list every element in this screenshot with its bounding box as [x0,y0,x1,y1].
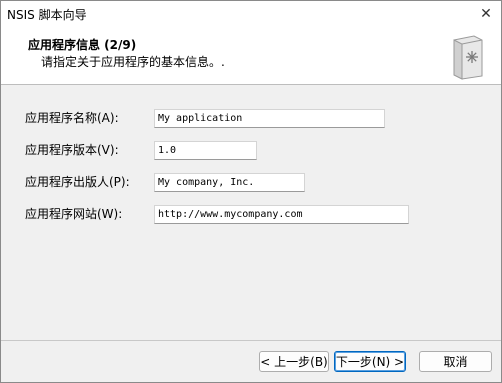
title-bar: NSIS 脚本向导 ✕ [1,1,501,27]
wizard-header: 应用程序信息 (2/9) 请指定关于应用程序的基本信息。. [1,27,501,85]
installer-box-icon [453,35,483,80]
version-input[interactable]: 1.0 [154,141,257,160]
website-label: 应用程序网站(W): [25,207,123,221]
app-name-label: 应用程序名称(A): [25,111,119,125]
page-title: 应用程序信息 (2/9) [28,38,137,52]
wizard-window: NSIS 脚本向导 ✕ 应用程序信息 (2/9) 请指定关于应用程序的基本信息。… [0,0,502,383]
window-title: NSIS 脚本向导 [7,8,87,22]
publisher-label: 应用程序出版人(P): [25,175,130,189]
app-name-input[interactable]: My application [154,109,385,128]
version-label: 应用程序版本(V): [25,143,119,157]
page-subtitle: 请指定关于应用程序的基本信息。. [41,55,225,69]
footer-divider [1,340,501,341]
back-button[interactable]: < 上一步(B) [259,351,329,372]
cancel-button[interactable]: 取消 [419,351,492,372]
next-button[interactable]: 下一步(N) > [334,351,406,372]
publisher-input[interactable]: My company, Inc. [154,173,305,192]
close-icon[interactable]: ✕ [471,1,501,27]
website-input[interactable]: http://www.mycompany.com [154,205,409,224]
